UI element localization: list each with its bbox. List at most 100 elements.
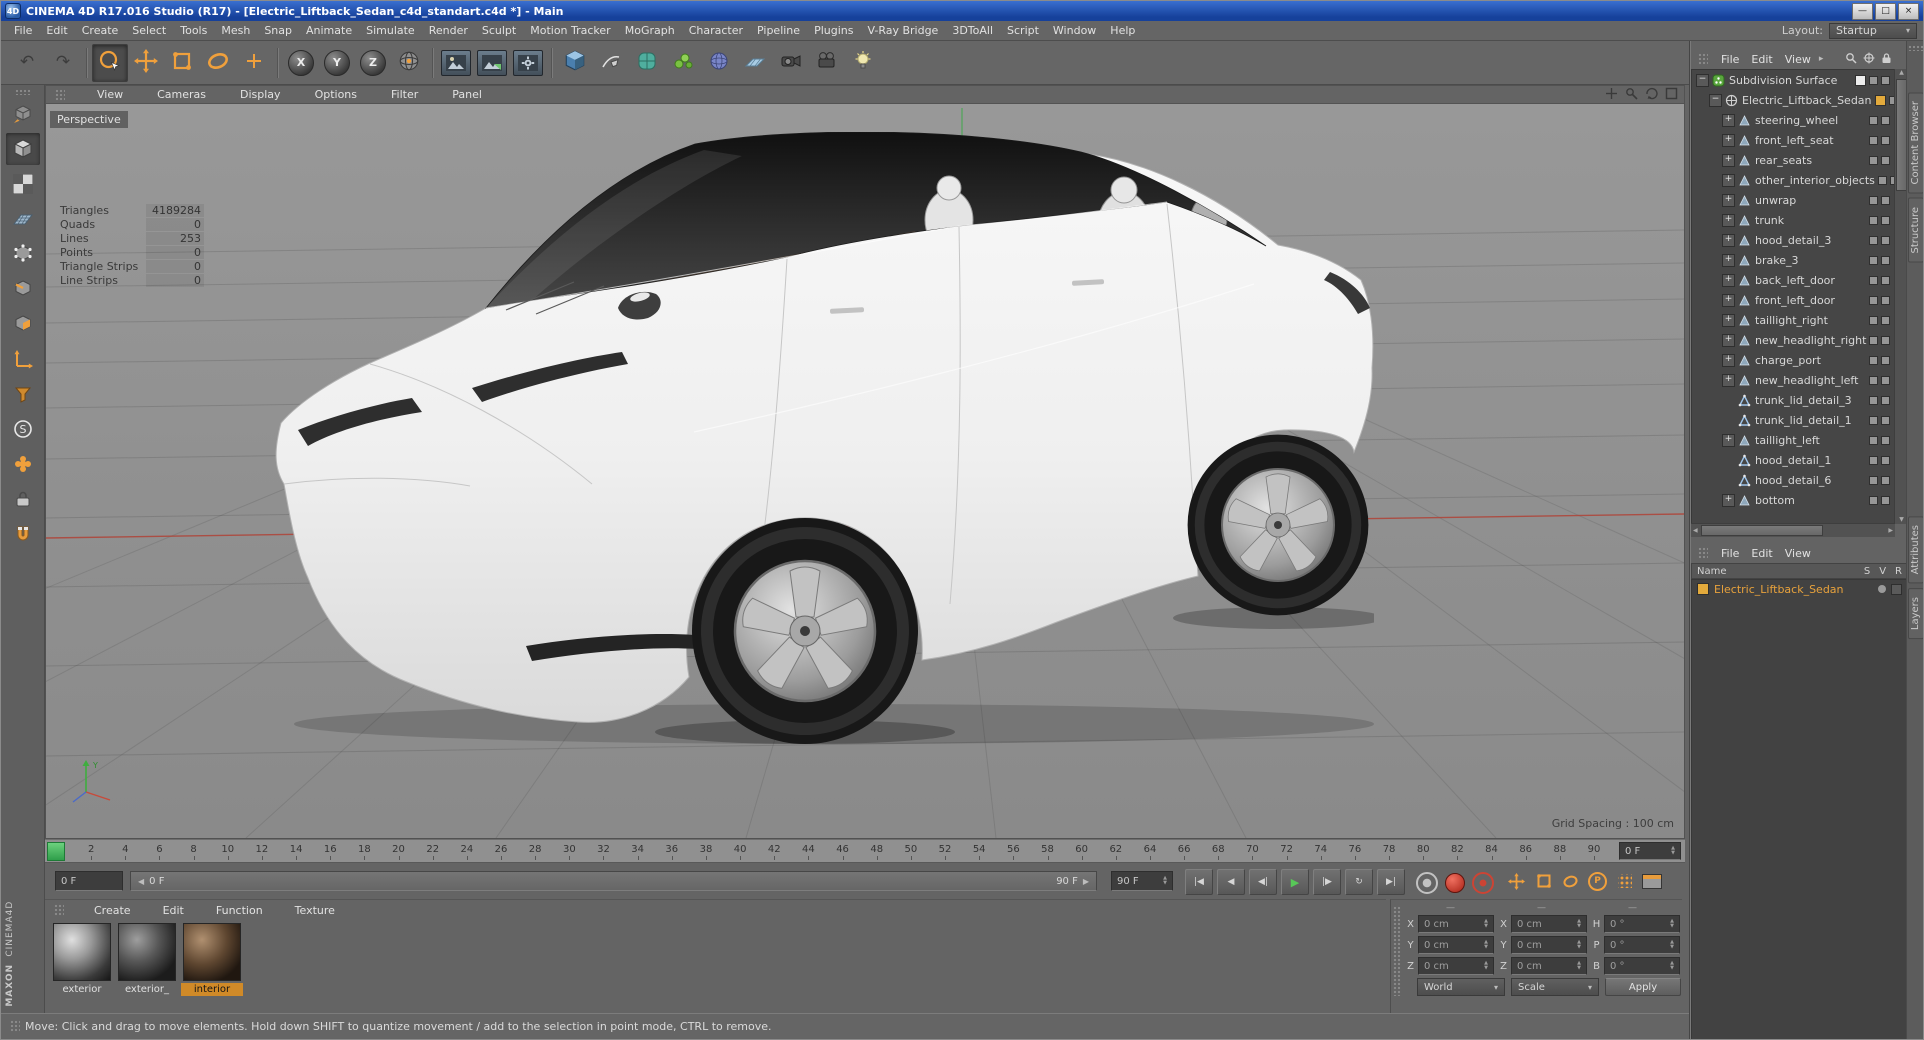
layer-manager-menu-file[interactable]: File <box>1715 545 1745 562</box>
add-mograph-button[interactable] <box>665 44 701 82</box>
add-primitive-button[interactable] <box>557 44 593 82</box>
minimize-button[interactable]: — <box>1852 2 1873 20</box>
expander-icon[interactable]: + <box>1722 373 1735 387</box>
layout-select[interactable]: Startup ▾ <box>1829 22 1917 39</box>
zoom-view-icon[interactable] <box>1625 87 1638 103</box>
goto-end-button[interactable]: ▶| <box>1377 869 1405 895</box>
expander-icon[interactable]: + <box>1722 113 1735 127</box>
visibility-render-toggle[interactable] <box>1881 195 1890 205</box>
coordinate-system-select[interactable]: World ▾ <box>1417 978 1505 996</box>
visibility-render-toggle[interactable] <box>1881 495 1890 505</box>
viewport-menu-display[interactable]: Display <box>233 86 288 103</box>
visibility-render-toggle[interactable] <box>1881 75 1890 85</box>
tree-item-trunk[interactable]: + trunk <box>1692 210 1894 230</box>
keyframe-selection-button[interactable] <box>1472 872 1494 894</box>
visibility-editor-toggle[interactable] <box>1869 115 1878 125</box>
render-view-button[interactable] <box>438 44 474 82</box>
visibility-editor-toggle[interactable] <box>1869 135 1878 145</box>
expander-icon[interactable]: + <box>1722 273 1735 287</box>
add-environment-button[interactable] <box>737 44 773 82</box>
material-exterior[interactable]: exterior_ <box>116 923 178 996</box>
menu-sculpt[interactable]: Sculpt <box>475 22 523 39</box>
menu-motion-tracker[interactable]: Motion Tracker <box>523 22 617 39</box>
layer-color-swatch[interactable] <box>1697 583 1709 595</box>
visibility-editor-toggle[interactable] <box>1869 315 1878 325</box>
expander-icon[interactable]: + <box>1722 133 1735 147</box>
more-menu-icon[interactable]: ▸ <box>1819 54 1824 64</box>
panel-grip[interactable] <box>10 1020 20 1032</box>
timeline-playhead[interactable] <box>47 842 65 861</box>
previous-frame-button[interactable]: ◀| <box>1249 869 1277 895</box>
expander-icon[interactable]: − <box>1696 73 1709 87</box>
menu-pipeline[interactable]: Pipeline <box>750 22 807 39</box>
menu-select[interactable]: Select <box>125 22 173 39</box>
next-frame-button[interactable]: |▶ <box>1313 869 1341 895</box>
last-tool-button[interactable] <box>236 44 272 82</box>
expander-icon[interactable]: + <box>1722 293 1735 307</box>
rotation-h-field[interactable]: 0 ° ▲ ▼ <box>1604 915 1680 933</box>
scroll-right-icon[interactable]: ▶ <box>1888 527 1893 534</box>
toggle-view-icon[interactable] <box>1665 87 1678 103</box>
visibility-editor-toggle[interactable] <box>1877 175 1887 185</box>
menu-edit[interactable]: Edit <box>39 22 74 39</box>
tab-attributes[interactable]: Attributes <box>1908 516 1923 584</box>
visibility-render-toggle[interactable] <box>1881 115 1890 125</box>
viewport-menu-panel[interactable]: Panel <box>445 86 489 103</box>
tree-item-trunk-lid-detail-1[interactable]: trunk_lid_detail_1 <box>1692 410 1894 430</box>
visibility-editor-toggle[interactable] <box>1869 335 1879 345</box>
record-scale-button[interactable] <box>1531 869 1556 893</box>
lock-z-axis-button[interactable]: Z <box>355 44 391 82</box>
polygons-mode-button[interactable] <box>6 308 40 340</box>
expander-icon[interactable]: + <box>1722 433 1735 447</box>
tab-content-browser[interactable]: Content Browser <box>1908 92 1923 194</box>
expander-icon[interactable]: + <box>1722 353 1735 367</box>
object-manager-menu-edit[interactable]: Edit <box>1745 51 1778 68</box>
expander-icon[interactable]: + <box>1722 493 1735 507</box>
tab-structure[interactable]: Structure <box>1908 198 1923 264</box>
menu-tools[interactable]: Tools <box>173 22 214 39</box>
expander-icon[interactable]: + <box>1722 313 1735 327</box>
panel-grip[interactable] <box>1393 906 1401 996</box>
snap-magnet-button[interactable] <box>6 518 40 550</box>
visibility-render-toggle[interactable] <box>1881 235 1890 245</box>
layer-manager-menu-edit[interactable]: Edit <box>1745 545 1778 562</box>
size-y-field[interactable]: 0 cm ▲ ▼ <box>1511 936 1587 954</box>
menu-v-ray-bridge[interactable]: V-Ray Bridge <box>860 22 945 39</box>
visibility-editor-toggle[interactable] <box>1869 255 1878 265</box>
keyframe-grid-button[interactable] <box>1612 869 1637 893</box>
menu-create[interactable]: Create <box>75 22 126 39</box>
layer-state-dot[interactable] <box>1878 585 1886 593</box>
menu-render[interactable]: Render <box>422 22 475 39</box>
visibility-editor-toggle[interactable] <box>1869 375 1878 385</box>
enabled-badge[interactable] <box>1855 74 1866 86</box>
viewport-menu-cameras[interactable]: Cameras <box>150 86 213 103</box>
tree-item-rear-seats[interactable]: + rear_seats <box>1692 150 1894 170</box>
tree-item-taillight-left[interactable]: + taillight_left <box>1692 430 1894 450</box>
expander-icon[interactable]: + <box>1722 233 1735 247</box>
expander-icon[interactable]: + <box>1722 153 1735 167</box>
visibility-render-toggle[interactable] <box>1881 275 1890 285</box>
visibility-render-toggle[interactable] <box>1881 475 1890 485</box>
lock-icon[interactable] <box>1881 52 1892 67</box>
record-parameter-button[interactable]: P <box>1585 869 1610 893</box>
expander-icon[interactable]: + <box>1722 213 1735 227</box>
tree-item-steering-wheel[interactable]: + steering_wheel <box>1692 110 1894 130</box>
play-backward-button[interactable]: ◀ <box>1217 869 1245 895</box>
visibility-render-toggle[interactable] <box>1881 455 1890 465</box>
layer-badge[interactable] <box>1874 94 1886 106</box>
viewport-menu-view[interactable]: View <box>90 86 130 103</box>
add-camera-button[interactable] <box>773 44 809 82</box>
undo-button[interactable]: ↶ <box>9 44 45 82</box>
menu-mesh[interactable]: Mesh <box>214 22 257 39</box>
size-x-field[interactable]: 0 cm ▲ ▼ <box>1511 915 1587 933</box>
spinner-icon[interactable]: ▲ ▼ <box>1573 961 1581 971</box>
tree-item-other-interior-objects[interactable]: + other_interior_objects <box>1692 170 1894 190</box>
material-thumbnail[interactable] <box>118 923 176 981</box>
material-thumbnail[interactable] <box>53 923 111 981</box>
strip-grip[interactable] <box>1908 45 1923 51</box>
redo-button[interactable]: ↷ <box>45 44 81 82</box>
pan-view-icon[interactable] <box>1605 87 1618 103</box>
expander-icon[interactable]: − <box>1709 93 1722 107</box>
lock-y-axis-button[interactable]: Y <box>319 44 355 82</box>
visibility-editor-toggle[interactable] <box>1869 155 1878 165</box>
